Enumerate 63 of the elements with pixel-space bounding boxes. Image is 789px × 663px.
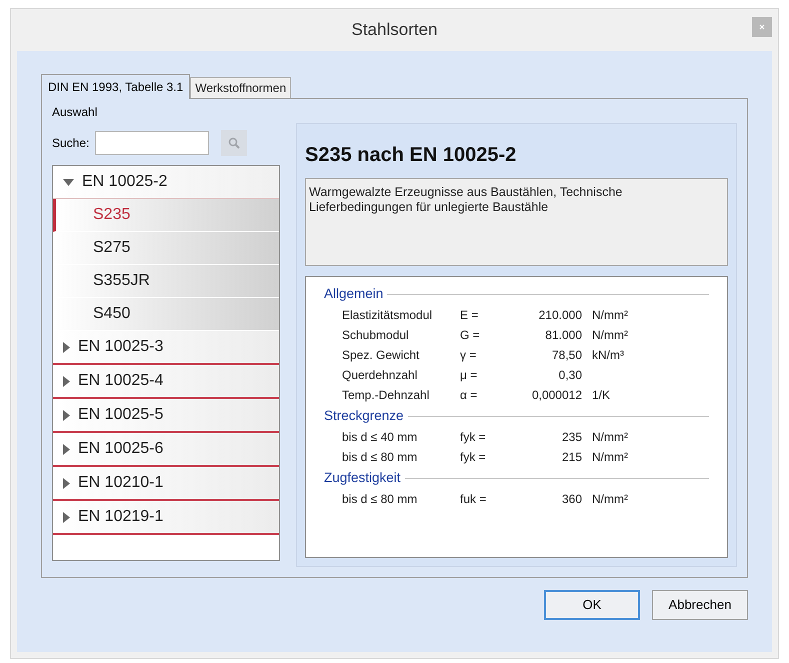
caret-right-icon [63,444,70,454]
property-symbol: G = [460,327,481,344]
close-icon [759,24,765,30]
tree-group[interactable]: EN 10025-4 [53,365,279,399]
caret-right-icon [63,342,70,352]
caret-right-icon [63,410,70,420]
property-name: Elastizitätsmodul [342,307,434,324]
caret-right-icon [63,376,70,386]
property-value: 81.000 [544,327,582,344]
search-label: Suche: [52,135,90,152]
property-name: bis d ≤ 80 mm [342,491,418,508]
property-value: 210.000 [538,307,582,324]
property-name: Schubmodul [342,327,410,344]
property-value: 235 [560,429,582,446]
section-heading: Streckgrenze [324,406,404,425]
property-name: Temp.-Dehnzahl [342,387,430,404]
property-symbol: E = [460,307,480,324]
tree-group[interactable]: EN 10025-5 [53,399,279,433]
tree-group[interactable]: EN 10025-3 [53,331,279,365]
window-title: Stahlsorten [352,19,438,42]
tree-group[interactable]: EN 10219-1 [53,501,279,535]
property-unit: N/mm² [592,491,628,508]
property-unit: N/mm² [592,307,628,324]
property-name: Querdehnzahl [342,367,418,384]
property-symbol: α = [460,387,478,404]
tab[interactable]: DIN EN 1993, Tabelle 3.1 [41,74,190,99]
search-icon [228,137,240,149]
dialog-button[interactable]: OK [544,590,640,620]
property-symbol: fyk = [460,429,487,446]
property-name: bis d ≤ 40 mm [342,429,418,446]
description-box: Warmgewalzte Erzeugnisse aus Baustählen, Technische Lieferbedingungen für unlegierte Baustähle [305,178,728,266]
material-title: S235 nach EN 10025-2 [305,143,518,168]
section-heading: Zugfestigkeit [324,468,401,487]
dialog-button[interactable]: Abbrechen [652,590,748,620]
property-unit: kN/m³ [592,347,624,364]
property-symbol: fyk = [460,449,487,466]
property-unit: N/mm² [592,327,628,344]
property-unit: 1/K [592,387,610,404]
property-value: 215 [560,449,582,466]
property-value: 0,30 [558,367,582,384]
property-value: 360 [560,491,582,508]
caret-right-icon [63,512,70,522]
close-button[interactable] [752,17,772,37]
tab[interactable]: Werkstoffnormen [190,77,292,98]
property-value: 0,000012 [530,387,582,404]
property-symbol: fuk = [460,491,488,508]
search-field[interactable] [95,131,210,155]
tree-group[interactable]: EN 10025-6 [53,433,279,467]
tree-group[interactable]: EN 10025-2 [53,166,279,199]
property-unit: N/mm² [592,449,628,466]
property-name: Spez. Gewicht [342,347,420,364]
property-symbol: μ = [460,367,478,384]
property-symbol: γ = [460,347,478,364]
caret-down-icon [63,178,74,186]
section-heading: Allgemein [324,284,384,303]
tree-group[interactable]: EN 10210-1 [53,467,279,501]
group-title: Auswahl [52,104,98,121]
search-button[interactable] [221,130,248,156]
property-value: 78,50 [550,347,582,364]
property-unit: N/mm² [592,429,628,446]
caret-right-icon [63,478,70,488]
property-name: bis d ≤ 80 mm [342,449,418,466]
tree-item[interactable]: S235 [53,199,279,232]
